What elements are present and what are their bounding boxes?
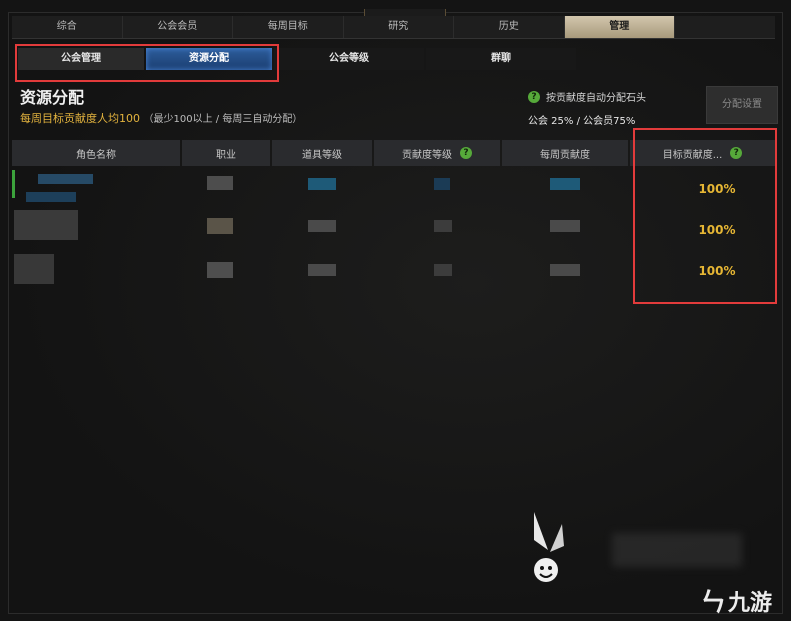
item-level-redacted	[308, 264, 336, 276]
item-level-redacted	[308, 220, 336, 232]
tab-members[interactable]: 公会会员	[123, 16, 233, 38]
class-icon-redacted	[207, 176, 233, 190]
col-label: 角色名称	[76, 149, 116, 161]
selected-indicator	[12, 170, 15, 198]
character-tag-redacted	[26, 192, 76, 202]
col-label: 职业	[216, 149, 236, 161]
character-avatar-redacted	[14, 210, 78, 240]
auto-distribute-label: 按贡献度自动分配石头	[546, 93, 646, 104]
member-share: 公会员75%	[583, 116, 636, 127]
col-character-name[interactable]: 角色名称	[12, 140, 180, 166]
class-icon-redacted	[207, 262, 233, 278]
weekly-target-text: 每周目标贡献度人均100	[20, 112, 140, 125]
question-icon[interactable]: ?	[460, 147, 472, 159]
item-level-redacted	[308, 178, 336, 190]
weekly-contribution-redacted	[550, 220, 580, 232]
col-label: 贡献度等级	[402, 149, 452, 161]
weekly-contribution-redacted	[550, 264, 580, 276]
character-name-redacted	[38, 174, 93, 184]
main-tab-bar: 综合 公会会员 每周目标 研究 历史 管理	[12, 16, 775, 39]
guild-window	[8, 9, 783, 614]
subtab-group-chat[interactable]: 群聊	[426, 48, 576, 70]
brand-mark-icon: ㄣ	[700, 588, 727, 618]
weekly-target-rule: （最少100以上 / 每周三自动分配）	[143, 114, 303, 125]
highlight-box-target-column	[633, 128, 777, 304]
section-title: 资源分配	[20, 88, 85, 107]
col-label: 每周贡献度	[540, 149, 590, 161]
class-icon-redacted	[207, 218, 233, 234]
subtab-guild-level[interactable]: 公会等级	[274, 48, 424, 70]
section-subtitle: 每周目标贡献度人均100 （最少100以上 / 每周三自动分配）	[20, 110, 302, 126]
weekly-contribution-redacted	[550, 178, 580, 190]
mascot-icon	[534, 512, 564, 582]
brand-text: 九游	[728, 590, 773, 616]
col-class[interactable]: 职业	[182, 140, 270, 166]
question-icon[interactable]: ?	[528, 90, 540, 103]
contribution-level-redacted	[434, 220, 452, 232]
guild-share: 公会 25%	[528, 116, 574, 127]
col-item-level[interactable]: 道具等级	[272, 140, 372, 166]
allocation-settings-button[interactable]: 分配设置	[706, 86, 778, 124]
tab-overview[interactable]: 综合	[12, 16, 123, 38]
auto-distribute-row[interactable]: ? 按贡献度自动分配石头	[528, 89, 646, 104]
highlight-box-subtabs	[15, 44, 279, 82]
tab-management[interactable]: 管理	[564, 16, 675, 38]
tab-bar-spacer	[675, 16, 775, 38]
tab-weekly-goal[interactable]: 每周目标	[233, 16, 344, 38]
tab-history[interactable]: 历史	[454, 16, 565, 38]
contribution-level-redacted	[434, 178, 450, 190]
character-avatar-redacted	[14, 254, 54, 284]
col-label: 道具等级	[302, 149, 342, 161]
watermark-blur	[612, 533, 742, 567]
col-weekly-contribution[interactable]: 每周贡献度	[502, 140, 628, 166]
col-contribution-level[interactable]: 贡献度等级 ?	[374, 140, 500, 166]
brand-logo: ㄣ 九游	[700, 582, 772, 619]
contribution-level-redacted	[434, 264, 452, 276]
share-ratio: 公会 25% / 公会员75%	[528, 112, 635, 127]
tab-research[interactable]: 研究	[344, 16, 454, 38]
